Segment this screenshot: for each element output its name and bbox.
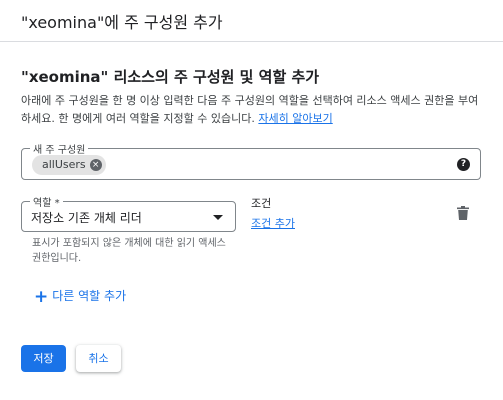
role-value: 저장소 기존 개체 리더	[31, 211, 142, 225]
dialog-header: "xeomina"에 주 구성원 추가	[0, 0, 503, 42]
section-description: 아래에 주 구성원을 한 명 이상 입력한 다음 주 구성원의 역할을 선택하여…	[21, 92, 483, 128]
section-title: "xeomina" 리소스의 주 구성원 및 역할 추가	[21, 68, 320, 86]
member-chip[interactable]: allUsers ×	[32, 155, 106, 175]
condition-title: 조건	[251, 197, 272, 210]
chip-remove-icon[interactable]: ×	[89, 159, 102, 171]
role-hint: 표시가 포함되지 않은 개체에 대한 읽기 액세스 권한입니다.	[32, 238, 226, 264]
member-chip-label: allUsers	[42, 158, 86, 171]
plus-icon: +	[34, 287, 49, 307]
save-button[interactable]: 저장	[21, 345, 66, 372]
add-condition-link[interactable]: 조건 추가	[251, 215, 295, 231]
add-another-role-label: 다른 역할 추가	[52, 289, 127, 303]
description-text: 아래에 주 구성원을 한 명 이상 입력한 다음 주 구성원의 역할을 선택하여…	[21, 94, 479, 125]
add-another-role-button[interactable]: + 다른 역할 추가	[34, 287, 126, 307]
new-members-field[interactable]: 새 주 구성원 allUsers × ?	[21, 141, 481, 180]
cancel-button[interactable]: 취소	[76, 345, 121, 372]
dialog-title: "xeomina"에 주 구성원 추가	[21, 13, 223, 32]
learn-more-link[interactable]: 자세히 알아보기	[258, 112, 332, 125]
dropdown-arrow-icon	[213, 215, 223, 220]
role-label: 역할 *	[30, 194, 63, 209]
role-select[interactable]: 역할 * 저장소 기존 개체 리더	[21, 194, 236, 232]
new-members-label: 새 주 구성원	[30, 141, 89, 156]
help-icon[interactable]: ?	[457, 158, 470, 171]
delete-icon[interactable]	[457, 206, 469, 220]
